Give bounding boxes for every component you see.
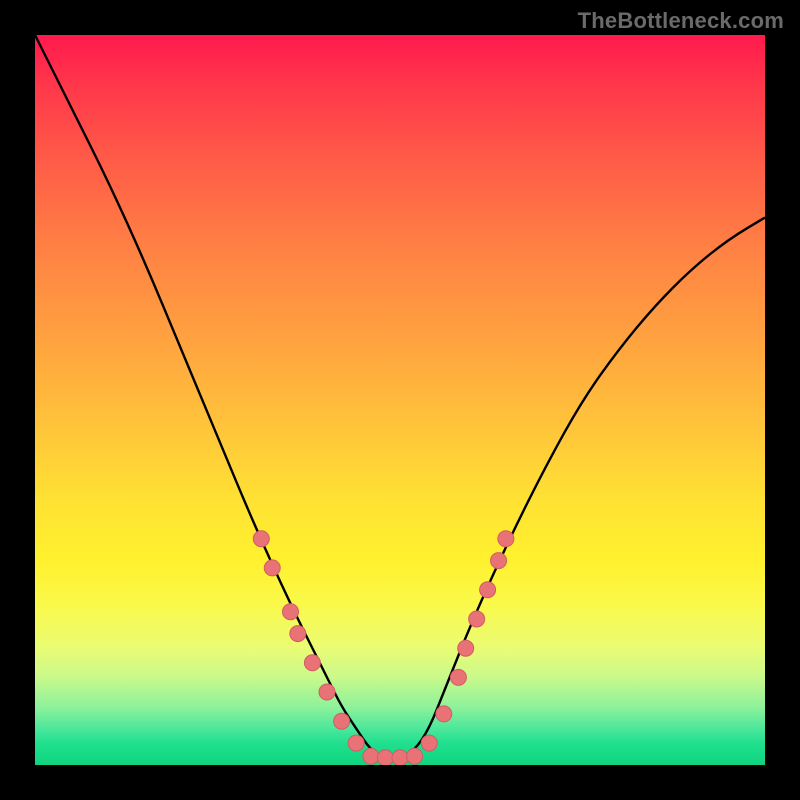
chart-svg — [35, 35, 765, 765]
data-marker — [491, 553, 507, 569]
data-marker — [363, 748, 379, 764]
data-marker — [436, 706, 452, 722]
data-marker — [348, 735, 364, 751]
watermark-text: TheBottleneck.com — [578, 8, 784, 34]
data-marker — [334, 713, 350, 729]
data-marker — [283, 604, 299, 620]
data-marker — [319, 684, 335, 700]
data-marker — [421, 735, 437, 751]
chart-frame: TheBottleneck.com — [0, 0, 800, 800]
data-marker — [498, 531, 514, 547]
data-marker — [253, 531, 269, 547]
plot-area — [35, 35, 765, 765]
bottleneck-curve — [35, 35, 765, 758]
data-marker — [450, 669, 466, 685]
data-marker — [469, 611, 485, 627]
data-marker — [304, 655, 320, 671]
data-marker — [458, 640, 474, 656]
data-marker — [407, 748, 423, 764]
data-marker — [290, 626, 306, 642]
data-marker — [377, 750, 393, 765]
data-marker — [480, 582, 496, 598]
data-marker — [264, 560, 280, 576]
data-marker — [392, 750, 408, 765]
data-markers — [253, 531, 514, 765]
